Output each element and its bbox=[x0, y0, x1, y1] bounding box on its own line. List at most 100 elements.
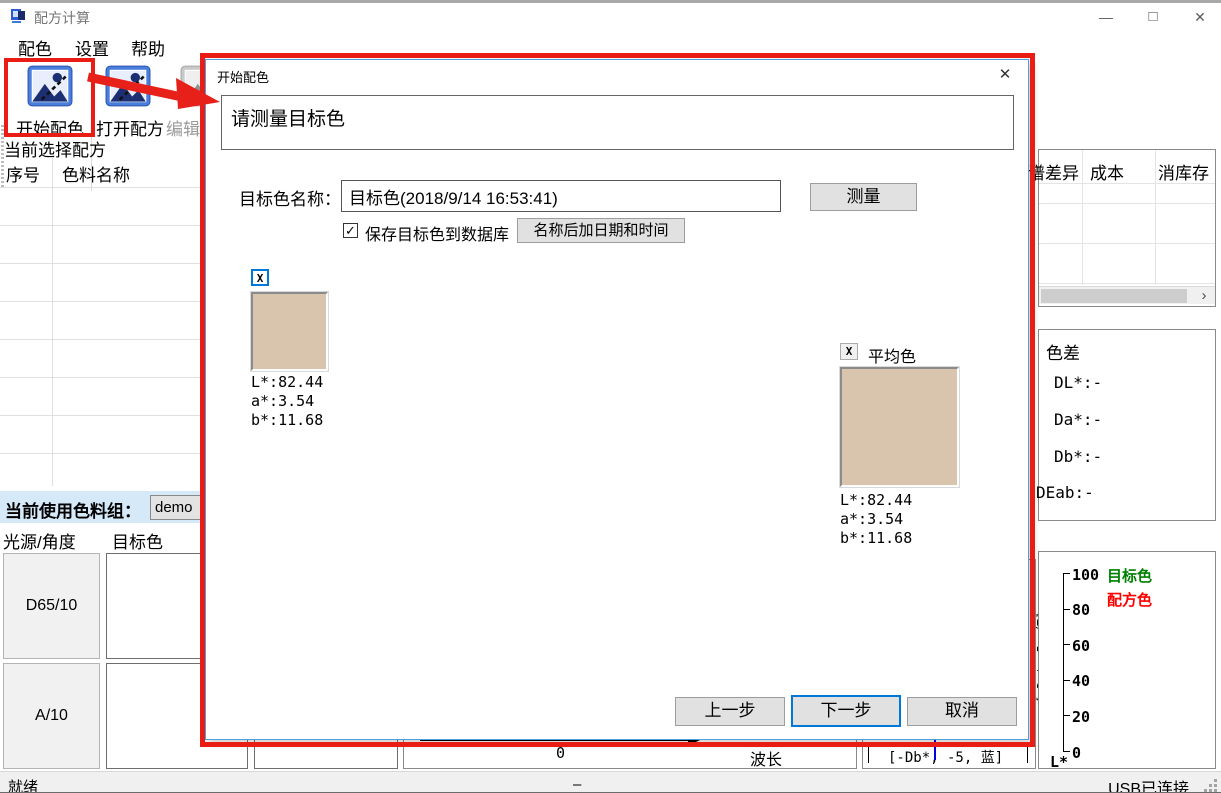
axis-tick bbox=[1063, 680, 1070, 681]
target-name-label: 目标色名称： bbox=[239, 185, 341, 210]
scrollbar-thumb[interactable] bbox=[1041, 289, 1187, 303]
colorant-group-label: 当前使用色料组： bbox=[5, 497, 141, 522]
table-row-line bbox=[0, 225, 205, 226]
sample-a-value: a*:3.54 bbox=[251, 392, 314, 411]
menu-item-color-matching[interactable]: 配色 bbox=[18, 35, 52, 60]
status-bar: 就绪 – USB已连接 bbox=[0, 771, 1221, 793]
lightness-axis-label: L* bbox=[1050, 753, 1068, 771]
colorant-group-select[interactable]: demo bbox=[150, 495, 212, 520]
average-b-value: b*:11.68 bbox=[840, 529, 912, 548]
ab-axis-bracket bbox=[868, 743, 1028, 744]
table-row-line bbox=[1039, 283, 1215, 284]
previous-step-button[interactable]: 上一步 bbox=[675, 697, 785, 726]
next-step-button[interactable]: 下一步 bbox=[791, 695, 901, 727]
legend-recipe-color: 配方色 bbox=[1107, 589, 1152, 610]
axis-tick bbox=[1063, 573, 1070, 574]
sample-l-value: L*:82.44 bbox=[251, 373, 323, 392]
menu-item-help[interactable]: 帮助 bbox=[131, 35, 165, 60]
ab-bottom-label: [-Db*, -5, 蓝] bbox=[888, 747, 1003, 767]
table-row-line bbox=[0, 187, 205, 188]
close-icon[interactable]: ✕ bbox=[1183, 5, 1217, 29]
column-header-cost: 成本 bbox=[1090, 159, 1124, 184]
column-header-stock: 消库存 bbox=[1158, 159, 1209, 184]
save-to-database-label: 保存目标色到数据库 bbox=[365, 221, 509, 245]
table-column-divider bbox=[1082, 150, 1083, 285]
axis-tick bbox=[1063, 609, 1070, 610]
target-color-header: 目标色 bbox=[112, 528, 163, 553]
minimize-icon[interactable]: — bbox=[1089, 5, 1123, 29]
tick-label-20: 20 bbox=[1072, 708, 1106, 726]
status-center: – bbox=[573, 776, 581, 793]
dialog-message-box: 请测量目标色 bbox=[221, 95, 1014, 150]
sample-b-value: b*:11.68 bbox=[251, 411, 323, 430]
table-column-divider bbox=[52, 158, 53, 486]
dl-value: DL*:- bbox=[1054, 373, 1102, 392]
db-value: Db*:- bbox=[1054, 447, 1102, 466]
table-row-line bbox=[0, 415, 205, 416]
table-row-line bbox=[0, 263, 205, 264]
illuminant-cell-d65[interactable]: D65/10 bbox=[3, 553, 100, 659]
title-bar: 配方计算 — □ ✕ bbox=[0, 3, 1221, 31]
axis-tick bbox=[1063, 715, 1070, 716]
remove-sample-button[interactable]: X bbox=[251, 269, 269, 286]
tick-label-0: 0 bbox=[1072, 744, 1106, 762]
axis-tick bbox=[1063, 644, 1070, 645]
table-row-line bbox=[0, 301, 205, 302]
scrollbar-right-arrow-icon[interactable]: › bbox=[1195, 287, 1213, 305]
spectral-xlabel: 波长 bbox=[750, 746, 782, 770]
spectral-origin-label: 0 bbox=[556, 744, 565, 762]
tick-label-40: 40 bbox=[1072, 672, 1106, 690]
ab-axis-bracket-left bbox=[868, 743, 869, 763]
table-row-line bbox=[1039, 243, 1215, 244]
ab-axis-bracket-right bbox=[1027, 743, 1028, 763]
tick-label-100: 100 bbox=[1072, 566, 1106, 584]
illuminant-cell-a10[interactable]: A/10 bbox=[3, 663, 100, 769]
table-row-line bbox=[1039, 203, 1215, 204]
average-l-value: L*:82.44 bbox=[840, 491, 912, 510]
illuminant-header: 光源/角度 bbox=[3, 528, 76, 553]
cancel-button[interactable]: 取消 bbox=[907, 697, 1017, 726]
column-header-index: 序号 bbox=[6, 161, 40, 186]
color-difference-title: 色差 bbox=[1046, 339, 1080, 364]
start-matching-icon[interactable] bbox=[27, 65, 73, 107]
axis-tick bbox=[1063, 751, 1070, 752]
tick-label-80: 80 bbox=[1072, 601, 1106, 619]
app-icon bbox=[10, 8, 26, 24]
toolbar-button-open-recipe[interactable]: 打开配方 bbox=[96, 115, 164, 140]
menu-bar: 配色 设置 帮助 bbox=[0, 31, 1221, 61]
target-name-input[interactable] bbox=[341, 180, 781, 212]
status-ready: 就绪 bbox=[8, 776, 38, 793]
remove-average-button[interactable]: X bbox=[840, 343, 858, 360]
status-usb: USB已连接 bbox=[1108, 775, 1189, 793]
measure-button[interactable]: 测量 bbox=[810, 183, 917, 211]
table-column-divider bbox=[1155, 150, 1156, 285]
average-color-swatch bbox=[840, 367, 959, 487]
table-row-line bbox=[0, 453, 205, 454]
save-to-database-checkbox[interactable]: ✓ bbox=[343, 223, 358, 238]
table-row-line bbox=[0, 339, 205, 340]
sample-color-swatch bbox=[251, 292, 328, 371]
append-datetime-button[interactable]: 名称后加日期和时间 bbox=[517, 218, 685, 243]
da-value: Da*:- bbox=[1054, 410, 1102, 429]
table-row-line bbox=[0, 377, 205, 378]
current-recipe-label: 当前选择配方 bbox=[4, 136, 106, 161]
tick-label-60: 60 bbox=[1072, 637, 1106, 655]
window-title: 配方计算 bbox=[34, 8, 90, 28]
deab-value: DEab:- bbox=[1036, 483, 1094, 502]
dialog-close-icon[interactable]: ✕ bbox=[994, 65, 1016, 85]
horizontal-scrollbar[interactable]: › bbox=[1039, 286, 1215, 304]
app-window: 配方计算 — □ ✕ 配色 设置 帮助 开始配色 打开配方 bbox=[0, 0, 1221, 793]
start-matching-dialog: 开始配色 ✕ 请测量目标色 目标色名称： 测量 ✓ 保存目标色到数据库 名称后加… bbox=[205, 59, 1029, 740]
legend-target-color: 目标色 bbox=[1107, 565, 1152, 586]
table-row-line bbox=[1039, 183, 1215, 184]
column-header-spectral-difference: 谱差异 bbox=[1028, 159, 1079, 184]
average-color-label: 平均色 bbox=[868, 343, 916, 367]
resize-grip[interactable] bbox=[1205, 780, 1219, 793]
average-a-value: a*:3.54 bbox=[840, 510, 903, 529]
open-recipe-icon[interactable] bbox=[105, 65, 151, 107]
lightness-axis bbox=[1063, 573, 1064, 752]
maximize-icon[interactable]: □ bbox=[1136, 5, 1170, 29]
column-header-colorant-name: 色料名称 bbox=[62, 161, 130, 186]
dialog-title: 开始配色 bbox=[217, 67, 269, 86]
menu-item-settings[interactable]: 设置 bbox=[75, 35, 109, 60]
